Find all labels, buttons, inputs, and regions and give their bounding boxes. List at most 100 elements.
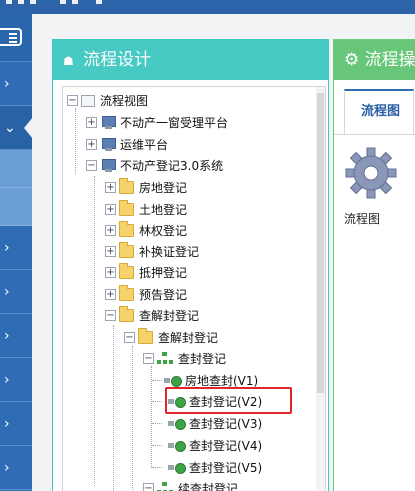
tree-node[interactable]: + 预告登记 [105, 284, 187, 305]
tree-node[interactable]: + 不动产一窗受理平台 [86, 112, 228, 133]
workflow-icon [157, 352, 173, 365]
tree-node[interactable]: + 抵押登记 [105, 262, 187, 283]
tree-node-label: 土地登记 [139, 203, 188, 217]
tree-node[interactable]: + 补换证登记 [105, 241, 199, 262]
tree-node-label: 不动产一窗受理平台 [120, 116, 229, 130]
chevron-right-icon: › [4, 328, 10, 344]
collapse-toggle[interactable]: − [143, 483, 154, 491]
tree-node[interactable]: 查封登记(V4) [168, 435, 262, 456]
sidebar-item-6[interactable]: › [0, 358, 32, 402]
folder-icon [119, 263, 134, 279]
chevron-down-icon: ⌄ [4, 120, 16, 136]
scrollbar-thumb[interactable] [317, 93, 324, 393]
sidebar-item-7[interactable]: › [0, 402, 32, 446]
tab-flowchart[interactable]: 流程图 [344, 89, 414, 134]
tree-node[interactable]: + 土地登记 [105, 199, 187, 220]
sidebar-subitem-1[interactable] [0, 150, 32, 188]
tree-node-label: 续查封登记 [178, 482, 239, 491]
computer-icon [100, 115, 116, 130]
expand-toggle[interactable]: + [105, 225, 116, 236]
tree-node[interactable]: − 查封登记 [143, 348, 226, 369]
tree-connector [113, 325, 114, 491]
tree-connector [152, 380, 162, 381]
chevron-right-icon: › [4, 240, 10, 256]
collapse-toggle[interactable]: − [124, 332, 135, 343]
tree-node-label: 查封登记(V4) [189, 439, 263, 453]
gear-icon[interactable] [344, 146, 398, 200]
process-version-icon [164, 374, 182, 387]
process-version-icon [168, 439, 186, 452]
tree-connector [152, 445, 162, 446]
tree-connector [132, 346, 133, 491]
chevron-right-icon: › [4, 284, 10, 300]
tree-node[interactable]: + 运维平台 [86, 134, 168, 155]
tree-connector [75, 108, 76, 174]
folder-icon [119, 221, 134, 237]
gift-icon: ☗ [63, 54, 74, 68]
left-nav-sidebar: › ⌄ › › › › › › [0, 14, 33, 491]
selection-highlight-box [165, 387, 292, 414]
panel-header: ☗ 流程设计 [53, 40, 328, 80]
flowchart-label: 流程图 [344, 212, 381, 226]
expand-toggle[interactable]: + [105, 267, 116, 278]
collapse-toggle[interactable]: − [105, 310, 116, 321]
tree-node-label: 流程视图 [100, 94, 149, 108]
collapse-toggle[interactable]: − [143, 353, 154, 364]
workflow-icon [157, 482, 173, 491]
collapse-toggle[interactable]: − [86, 160, 97, 171]
folder-icon [119, 242, 134, 258]
cogs-icon: ⚙ [344, 50, 360, 70]
process-operation-panel: ⚙ 流程操 流程图 流程图 [333, 39, 415, 491]
chevron-right-icon: › [4, 460, 10, 476]
tree-node-label: 查解封登记 [139, 309, 200, 323]
tree-node[interactable]: − 查解封登记 [105, 305, 199, 326]
panel-title: 流程设计 [83, 50, 152, 70]
tree-connector [152, 401, 162, 402]
tree-connector [152, 423, 162, 424]
panel-header: ⚙ 流程操 [334, 40, 415, 80]
expand-toggle[interactable]: + [105, 204, 116, 215]
sidebar-toggle-area [0, 14, 32, 62]
tree-node-label: 林权登记 [139, 224, 188, 238]
expand-toggle[interactable]: + [105, 289, 116, 300]
tree-node[interactable]: 查封登记(V5) [168, 457, 262, 478]
panel-title: 流程操 [364, 50, 415, 70]
tree-node-label: 查封登记 [178, 352, 227, 366]
tree-node-label: 查封登记(V3) [189, 417, 263, 431]
tree-connector [94, 176, 95, 486]
tree-node-label: 不动产登记3.0系统 [120, 159, 224, 173]
tree-node[interactable]: − 查解封登记 [124, 327, 218, 348]
tree-scrollbar[interactable] [316, 87, 325, 491]
tree-node[interactable]: + 房地登记 [105, 177, 187, 198]
collapse-toggle[interactable]: − [67, 95, 78, 106]
computer-icon [100, 158, 116, 173]
tree-node-label: 查封登记(V5) [189, 461, 263, 475]
sidebar-item-5[interactable]: › [0, 314, 32, 358]
folder-icon [119, 178, 134, 194]
tree-node[interactable]: − 续查封登记 [143, 478, 238, 491]
expand-toggle[interactable]: + [105, 246, 116, 257]
sidebar-item-1[interactable]: › [0, 62, 32, 106]
process-version-icon [168, 461, 186, 474]
tree-connector [152, 467, 162, 468]
logo [0, 0, 110, 4]
tree-node[interactable]: + 林权登记 [105, 220, 187, 241]
tree-connector [151, 366, 152, 468]
folder-icon [119, 200, 134, 216]
tree-node[interactable]: 查封登记(V3) [168, 413, 262, 434]
tab-divider [334, 134, 415, 135]
tree-node[interactable]: − 不动产登记3.0系统 [86, 155, 223, 176]
expand-toggle[interactable]: + [105, 182, 116, 193]
top-header-bar [0, 0, 415, 14]
tree-node[interactable]: − 流程视图 [67, 90, 148, 111]
sidebar-item-3[interactable]: › [0, 226, 32, 270]
menu-toggle-icon[interactable] [0, 28, 22, 46]
sidebar-item-8[interactable]: › [0, 446, 32, 490]
sidebar-item-4[interactable]: › [0, 270, 32, 314]
expand-toggle[interactable]: + [86, 139, 97, 150]
sidebar-subitem-2[interactable] [0, 188, 32, 226]
tree-node-label: 运维平台 [120, 138, 169, 152]
active-item-pointer [24, 117, 33, 139]
tree-root-icon [81, 94, 95, 107]
expand-toggle[interactable]: + [86, 117, 97, 128]
